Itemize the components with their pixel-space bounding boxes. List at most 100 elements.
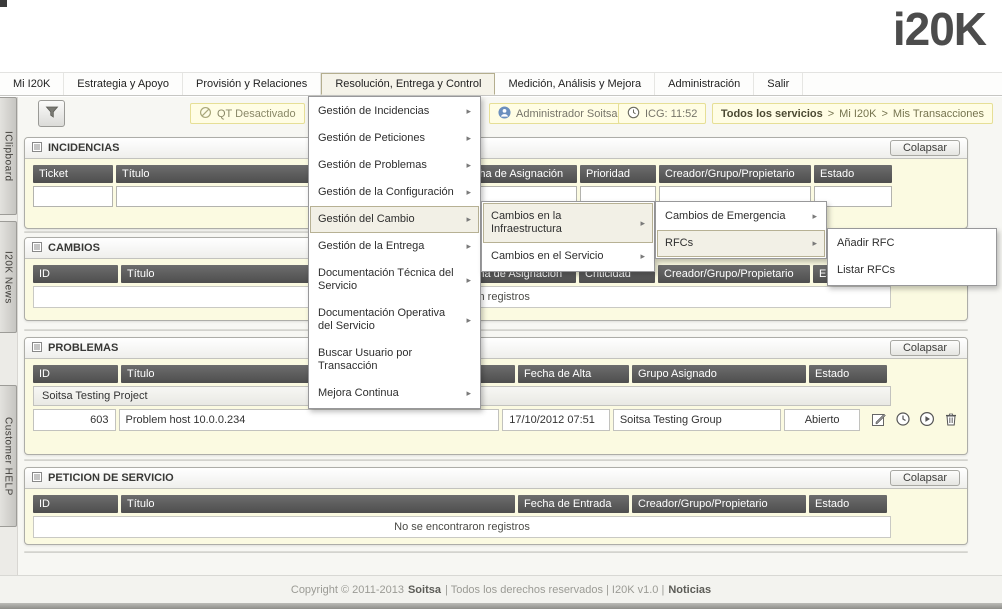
panel-separator bbox=[24, 459, 968, 461]
sidebar-tab-customer-help[interactable]: Customer HELP bbox=[0, 385, 17, 527]
panel-separator bbox=[24, 329, 968, 331]
menubar-item-medicion[interactable]: Medición, Análisis y Mejora bbox=[495, 73, 655, 95]
footer-copyright: Copyright © 2011-2013 bbox=[291, 584, 404, 596]
edit-icon bbox=[871, 411, 887, 430]
main-menubar: Mi I20K Estrategia y Apoyo Provisión y R… bbox=[0, 72, 1002, 96]
breadcrumb: Todos los servicios > Mi I20K > Mis Tran… bbox=[712, 103, 993, 124]
menu-item-listar-rfcs[interactable]: Listar RFCs bbox=[829, 257, 995, 284]
menu-item-gestion-configuracion[interactable]: Gestión de la Configuración ▸ bbox=[310, 179, 479, 206]
column-header-id[interactable]: ID bbox=[33, 265, 118, 283]
clock-icon bbox=[627, 106, 640, 122]
column-header-id[interactable]: ID bbox=[33, 495, 118, 513]
menu-item-gestion-peticiones[interactable]: Gestión de Peticiones ▸ bbox=[310, 125, 479, 152]
qt-disabled-icon bbox=[199, 106, 212, 122]
edit-button[interactable] bbox=[870, 412, 887, 429]
column-header-estado[interactable]: Estado bbox=[809, 495, 887, 513]
column-header-titulo[interactable]: Título bbox=[121, 495, 515, 513]
delete-button[interactable] bbox=[942, 412, 959, 429]
submenu-arrow-icon: ▸ bbox=[466, 387, 471, 400]
breadcrumb-separator: > bbox=[881, 108, 887, 120]
column-header-id[interactable]: ID bbox=[33, 365, 118, 383]
cell-grupo: Soitsa Testing Group bbox=[613, 409, 781, 431]
bottom-bar bbox=[0, 603, 1002, 609]
column-header-fecha-entrada[interactable]: Fecha de Entrada bbox=[518, 495, 629, 513]
panel-icon bbox=[32, 139, 42, 157]
column-header-ticket[interactable]: Ticket bbox=[33, 165, 113, 183]
table-row: 603 Problem host 10.0.0.234 17/10/2012 0… bbox=[33, 409, 959, 431]
qt-status-badge[interactable]: QT Desactivado bbox=[190, 103, 305, 124]
submenu-arrow-icon: ▸ bbox=[640, 217, 645, 230]
menubar-item-administracion[interactable]: Administración bbox=[655, 73, 754, 95]
breadcrumb-mid[interactable]: Mi I20K bbox=[839, 108, 876, 120]
submenu-arrow-icon: ▸ bbox=[466, 105, 471, 118]
column-header-prioridad[interactable]: Prioridad bbox=[580, 165, 656, 183]
footer: Copyright © 2011-2013 Soitsa | Todos los… bbox=[0, 575, 1002, 603]
column-header-fecha-alta[interactable]: Fecha de Alta bbox=[518, 365, 629, 383]
column-header-grupo-asignado[interactable]: Grupo Asignado bbox=[632, 365, 806, 383]
column-header-estado[interactable]: Estado bbox=[814, 165, 892, 183]
panel-icon bbox=[32, 339, 42, 357]
corner-mark-icon bbox=[0, 0, 7, 7]
user-icon bbox=[498, 106, 511, 122]
submenu-rfcs: Añadir RFC Listar RFCs bbox=[827, 228, 997, 286]
column-header-estado[interactable]: Estado bbox=[809, 365, 887, 383]
filter-input-ticket[interactable] bbox=[33, 186, 113, 207]
sidebar-tab-i20k-news[interactable]: I20K News bbox=[0, 221, 17, 333]
submenu-arrow-icon: ▸ bbox=[812, 237, 817, 250]
execute-button[interactable] bbox=[918, 412, 935, 429]
menu-item-mejora-continua[interactable]: Mejora Continua ▸ bbox=[310, 380, 479, 407]
panel-problemas: PROBLEMAS Colapsar ID Título Fecha de Al… bbox=[24, 337, 968, 455]
breadcrumb-root[interactable]: Todos los servicios bbox=[721, 108, 823, 120]
trash-icon bbox=[943, 411, 959, 430]
menubar-item-salir[interactable]: Salir bbox=[754, 73, 803, 95]
cell-titulo: Problem host 10.0.0.234 bbox=[119, 409, 500, 431]
row-actions bbox=[870, 409, 959, 431]
submenu-arrow-icon: ▸ bbox=[466, 314, 471, 327]
column-header-creador[interactable]: Creador/Grupo/Propietario bbox=[632, 495, 806, 513]
menu-item-cambios-emergencia[interactable]: Cambios de Emergencia ▸ bbox=[657, 203, 825, 230]
app-logo: i20K bbox=[893, 2, 986, 56]
submenu-cambios-infraestructura: Cambios de Emergencia ▸ RFCs ▸ bbox=[655, 201, 827, 259]
panel-icon bbox=[32, 239, 42, 257]
menubar-item-provision[interactable]: Provisión y Relaciones bbox=[183, 73, 321, 95]
cell-fecha-alta: 17/10/2012 07:51 bbox=[502, 409, 610, 431]
collapse-button[interactable]: Colapsar bbox=[890, 140, 960, 156]
menubar-item-resolucion[interactable]: Resolución, Entrega y Control bbox=[321, 73, 495, 95]
menu-item-gestion-incidencias[interactable]: Gestión de Incidencias ▸ bbox=[310, 98, 479, 125]
panel-title: PETICION DE SERVICIO bbox=[48, 472, 174, 484]
filter-button[interactable] bbox=[38, 100, 65, 127]
panel-separator bbox=[24, 551, 968, 553]
sidebar-tab-iclipboard[interactable]: IClipboard bbox=[0, 97, 17, 215]
menu-item-gestion-problemas[interactable]: Gestión de Problemas ▸ bbox=[310, 152, 479, 179]
footer-news-link[interactable]: Noticias bbox=[668, 584, 711, 596]
clock-badge: ICG: 11:52 bbox=[618, 103, 706, 124]
menubar-item-estrategia[interactable]: Estrategia y Apoyo bbox=[64, 73, 183, 95]
menu-item-doc-operativa[interactable]: Documentación Operativa del Servicio ▸ bbox=[310, 300, 479, 340]
column-header-creador[interactable]: Creador/Grupo/Propietario bbox=[658, 265, 810, 283]
logged-user-label: Administrador Soitsa bbox=[516, 108, 618, 120]
menu-item-cambios-infraestructura[interactable]: Cambios en la Infraestructura ▸ bbox=[483, 203, 653, 243]
menu-resolucion-dropdown: Gestión de Incidencias ▸ Gestión de Peti… bbox=[308, 96, 481, 409]
collapse-button[interactable]: Colapsar bbox=[890, 470, 960, 486]
menu-item-cambios-servicio[interactable]: Cambios en el Servicio ▸ bbox=[483, 243, 653, 270]
menu-item-gestion-entrega[interactable]: Gestión de la Entrega ▸ bbox=[310, 233, 479, 260]
submenu-arrow-icon: ▸ bbox=[466, 132, 471, 145]
menubar-item-mi-i20k[interactable]: Mi I20K bbox=[0, 73, 64, 95]
history-button[interactable] bbox=[894, 412, 911, 429]
funnel-icon bbox=[44, 104, 60, 123]
submenu-arrow-icon: ▸ bbox=[466, 159, 471, 172]
menu-item-rfcs[interactable]: RFCs ▸ bbox=[657, 230, 825, 257]
menu-item-anadir-rfc[interactable]: Añadir RFC bbox=[829, 230, 995, 257]
logged-user-badge: Administrador Soitsa bbox=[489, 103, 627, 124]
history-clock-icon bbox=[895, 411, 911, 430]
menu-item-doc-tecnica[interactable]: Documentación Técnica del Servicio ▸ bbox=[310, 260, 479, 300]
breadcrumb-leaf: Mis Transacciones bbox=[893, 108, 984, 120]
submenu-arrow-icon: ▸ bbox=[466, 213, 471, 226]
column-header-creador[interactable]: Creador/Grupo/Propietario bbox=[659, 165, 811, 183]
panel-peticion-servicio: PETICION DE SERVICIO Colapsar ID Título … bbox=[24, 467, 968, 545]
menu-item-buscar-usuario[interactable]: Buscar Usuario por Transacción bbox=[310, 340, 479, 380]
qt-status-label: QT Desactivado bbox=[217, 108, 296, 120]
cell-estado: Abierto bbox=[784, 409, 860, 431]
collapse-button[interactable]: Colapsar bbox=[890, 340, 960, 356]
menu-item-gestion-cambio[interactable]: Gestión del Cambio ▸ bbox=[310, 206, 479, 233]
